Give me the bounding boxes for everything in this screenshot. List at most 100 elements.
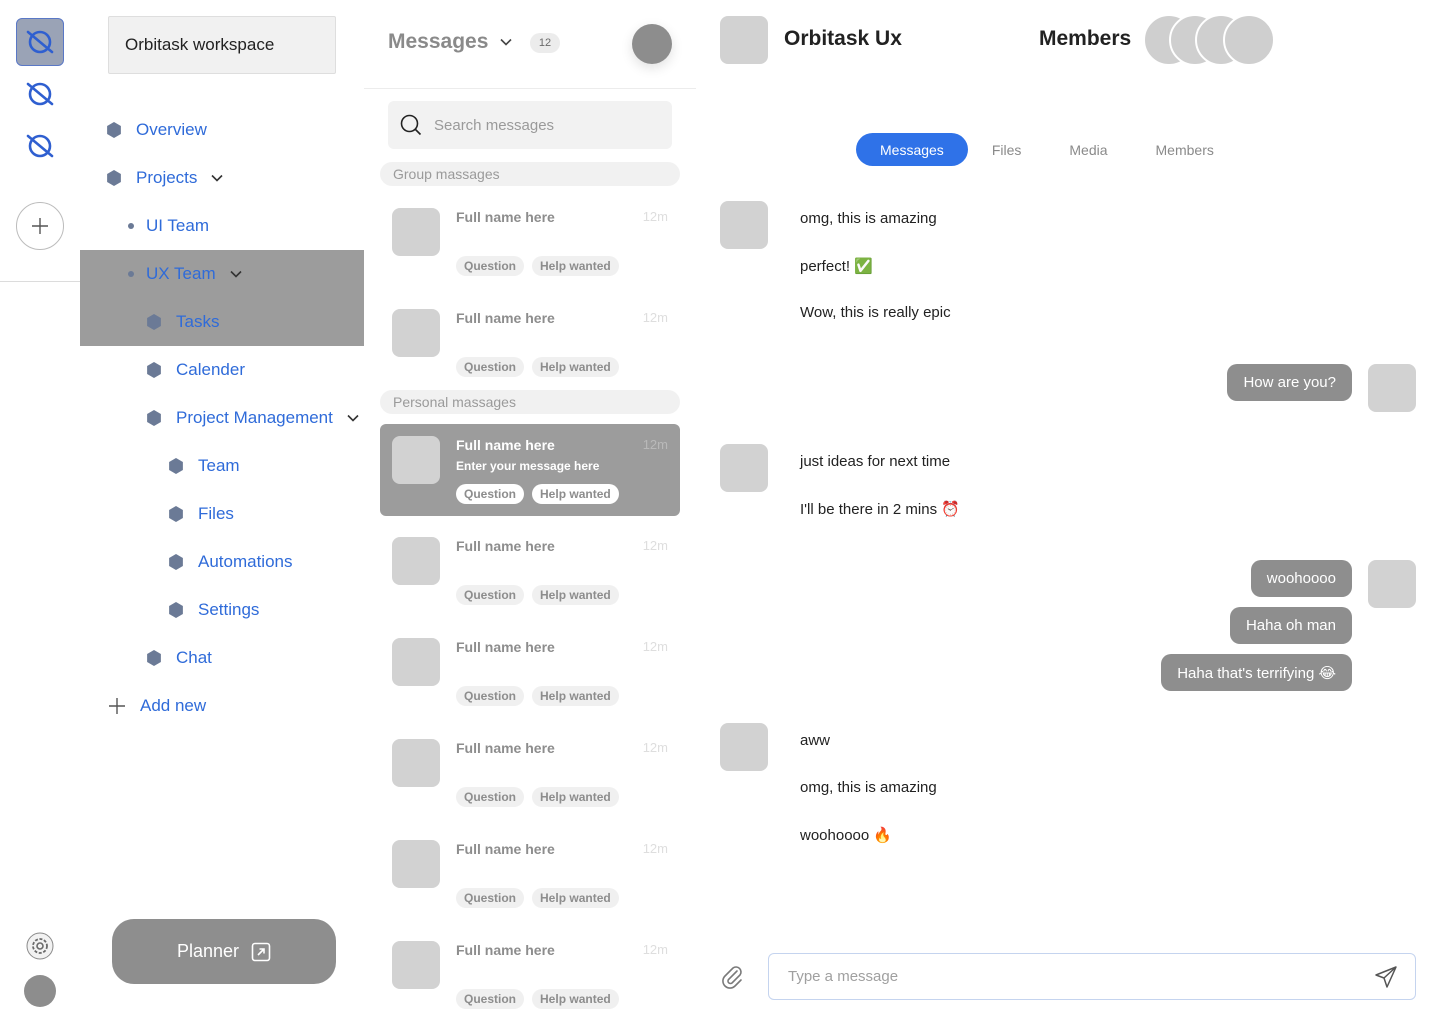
workspace-name[interactable]: Orbitask workspace xyxy=(108,16,336,74)
nav-team[interactable]: Team xyxy=(168,442,240,490)
incoming-message: I'll be there in 2 mins ⏰ xyxy=(800,501,960,518)
contact-name: Full name here xyxy=(456,639,555,655)
tag-help-wanted[interactable]: Help wanted xyxy=(532,787,619,807)
chevron-down-icon xyxy=(500,38,512,46)
tag-help-wanted[interactable]: Help wanted xyxy=(532,357,619,377)
tag-question[interactable]: Question xyxy=(456,686,525,706)
nav-label: UX Team xyxy=(146,264,216,283)
contact-avatar xyxy=(392,840,440,888)
message-input[interactable] xyxy=(788,968,1373,985)
contact-avatar xyxy=(392,208,440,256)
orbit-logo-icon xyxy=(26,82,54,106)
member-avatar[interactable] xyxy=(1223,14,1275,66)
nav-automations[interactable]: Automations xyxy=(168,538,293,586)
nav-add-new[interactable]: Add new xyxy=(109,682,206,730)
hexagon-icon xyxy=(169,602,183,618)
message-time: 12m xyxy=(642,841,668,856)
tag-help-wanted[interactable]: Help wanted xyxy=(532,989,619,1009)
user-avatar[interactable] xyxy=(24,975,56,1007)
group-messages-label: Group massages xyxy=(380,162,680,186)
conversation-item-selected[interactable]: Full name here Enter your message here 1… xyxy=(380,424,680,516)
chat-tabs: Messages Files Media Members xyxy=(856,133,1238,166)
nav-ui-team[interactable]: UI Team xyxy=(128,202,209,250)
external-link-icon xyxy=(251,942,271,961)
outgoing-message: woohoooo xyxy=(1250,560,1352,597)
members-heading: Members xyxy=(1039,27,1132,50)
messages-dropdown[interactable]: Messages xyxy=(388,30,512,54)
tag-question[interactable]: Question xyxy=(456,256,525,276)
chat-title: Orbitask Ux xyxy=(784,27,902,50)
conversation-item[interactable]: Full name here 12m Question Help wanted xyxy=(380,525,680,617)
send-button[interactable] xyxy=(1373,964,1399,990)
nav-calender[interactable]: Calender xyxy=(146,346,245,394)
tag-help-wanted[interactable]: Help wanted xyxy=(532,585,619,605)
tab-media[interactable]: Media xyxy=(1045,133,1131,166)
contact-name: Full name here xyxy=(456,841,555,857)
tag-help-wanted[interactable]: Help wanted xyxy=(532,484,619,504)
nav-label: Overview xyxy=(136,120,207,139)
own-avatar xyxy=(1368,364,1416,412)
outgoing-message: Haha oh man xyxy=(1229,607,1352,644)
tag-question[interactable]: Question xyxy=(456,787,525,807)
workspace-app-button[interactable] xyxy=(16,122,64,170)
workspace-app-button[interactable] xyxy=(16,18,64,66)
hexagon-icon xyxy=(147,650,161,666)
tab-messages[interactable]: Messages xyxy=(856,133,968,166)
conversation-item[interactable]: Full name here 12m Question Help wanted xyxy=(380,626,680,718)
conversation-item[interactable]: Full name here 12m Question Help wanted xyxy=(380,727,680,819)
incoming-message: aww xyxy=(800,732,831,749)
tag-help-wanted[interactable]: Help wanted xyxy=(532,888,619,908)
tab-members[interactable]: Members xyxy=(1132,133,1238,166)
nav-label: Team xyxy=(198,456,240,475)
gear-icon xyxy=(26,932,54,960)
attach-button[interactable] xyxy=(720,963,744,989)
nav-chat[interactable]: Chat xyxy=(146,634,212,682)
conversation-item[interactable]: Full name here 12m Question Help wanted xyxy=(380,828,680,920)
bullet-icon xyxy=(128,223,134,229)
hexagon-icon xyxy=(107,122,121,138)
workspace-app-button[interactable] xyxy=(16,70,64,118)
hexagon-icon xyxy=(147,410,161,426)
planner-button[interactable]: Planner xyxy=(112,919,336,984)
group-avatar xyxy=(720,16,768,64)
contact-avatar xyxy=(392,739,440,787)
nav-project-management[interactable]: Project Management xyxy=(146,394,359,442)
nav-label: Settings xyxy=(198,600,260,619)
contact-avatar xyxy=(392,309,440,357)
plus-icon xyxy=(109,698,125,714)
nav-label: Chat xyxy=(176,648,212,667)
message-time: 12m xyxy=(642,310,668,325)
sender-avatar xyxy=(720,201,768,249)
contact-name: Full name here xyxy=(456,942,555,958)
user-avatar[interactable] xyxy=(632,24,672,64)
nav-ux-team[interactable]: UX Team xyxy=(80,250,364,298)
incoming-message: perfect! ✅ xyxy=(800,258,873,275)
tag-help-wanted[interactable]: Help wanted xyxy=(532,686,619,706)
nav-tasks[interactable]: Tasks xyxy=(80,298,364,346)
orbit-logo-icon xyxy=(26,30,54,54)
settings-button[interactable] xyxy=(24,930,56,962)
tag-help-wanted[interactable]: Help wanted xyxy=(532,256,619,276)
message-time: 12m xyxy=(642,740,668,755)
nav-overview[interactable]: Overview xyxy=(106,106,207,154)
contact-name: Full name here xyxy=(456,310,555,326)
tag-question[interactable]: Question xyxy=(456,484,525,504)
conversation-item[interactable]: Full name here 12m Question Help wanted xyxy=(380,297,680,389)
nav-projects[interactable]: Projects xyxy=(106,154,223,202)
conversation-item[interactable]: Full name here 12m Question Help wanted xyxy=(380,196,680,288)
tag-question[interactable]: Question xyxy=(456,357,525,377)
search-input[interactable] xyxy=(434,116,654,134)
hexagon-icon xyxy=(107,170,121,186)
message-time: 12m xyxy=(642,437,668,452)
tag-question[interactable]: Question xyxy=(456,585,525,605)
conversation-item[interactable]: Full name here 12m Question Help wanted xyxy=(380,929,680,1021)
tag-question[interactable]: Question xyxy=(456,888,525,908)
nav-files[interactable]: Files xyxy=(168,490,234,538)
nav-settings[interactable]: Settings xyxy=(168,586,259,634)
add-workspace-button[interactable] xyxy=(16,202,64,250)
tab-files[interactable]: Files xyxy=(968,133,1046,166)
nav-label: Files xyxy=(198,504,234,523)
chevron-down-icon xyxy=(347,414,359,422)
tag-question[interactable]: Question xyxy=(456,989,525,1009)
outgoing-message: Haha that's terrifying 😂 xyxy=(1161,654,1352,691)
